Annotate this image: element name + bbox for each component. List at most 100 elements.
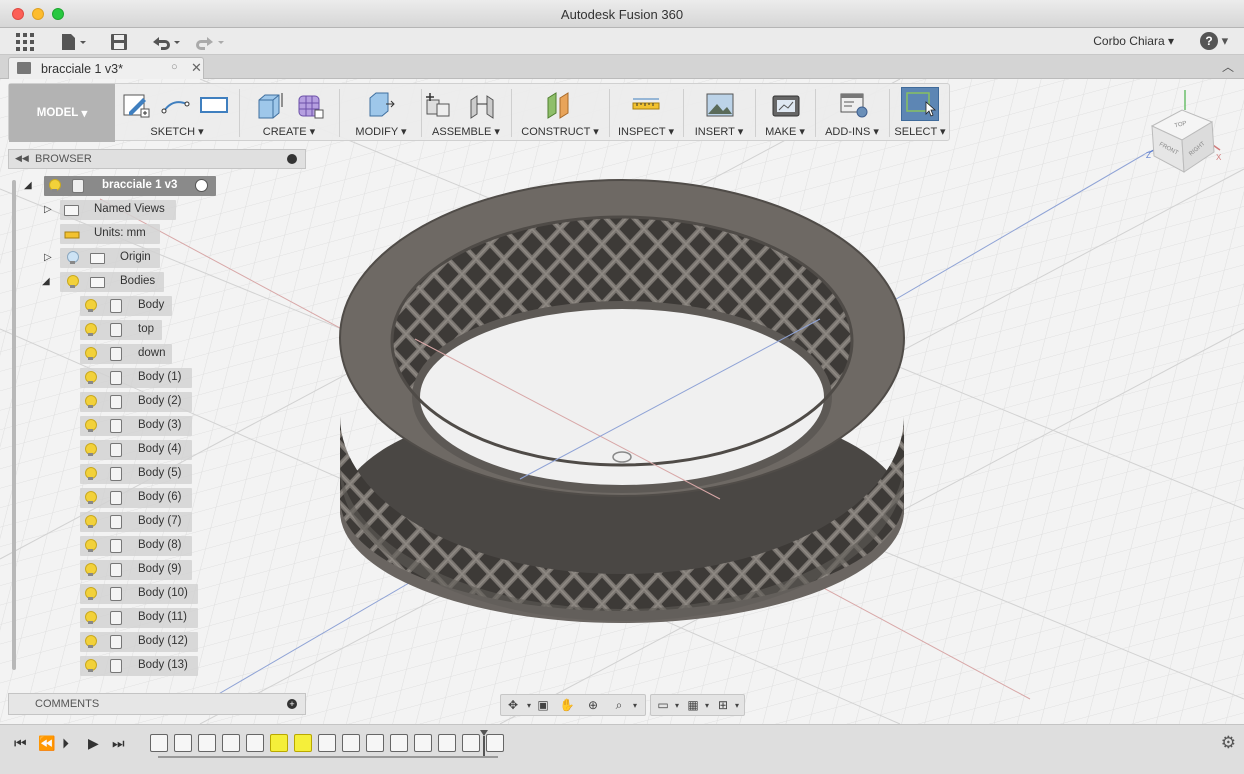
select-tool-icon[interactable] <box>901 87 939 121</box>
create-menu-button[interactable]: CREATE ▾ <box>243 125 335 138</box>
timeline-sketch-feature-icon[interactable] <box>342 734 360 752</box>
timeline-settings-gear-icon[interactable]: ⚙ <box>1221 733 1236 753</box>
browser-body-item[interactable]: top <box>80 320 162 340</box>
zoom-dropdown-icon[interactable]: ▾ <box>627 698 643 713</box>
visibility-bulb-icon[interactable] <box>84 635 97 649</box>
visibility-bulb-icon[interactable] <box>84 347 97 361</box>
press-pull-icon[interactable] <box>365 90 395 120</box>
visibility-bulb-icon[interactable] <box>84 419 97 433</box>
timeline-previous-icon[interactable]: ⏪ <box>38 735 55 752</box>
file-menu-icon[interactable] <box>58 32 90 52</box>
close-tab-icon[interactable]: ✕ <box>191 60 202 76</box>
timeline-sketch-feature-icon[interactable] <box>294 734 312 752</box>
timeline-sketch-feature-icon[interactable] <box>390 734 408 752</box>
browser-scrollbar[interactable] <box>12 180 16 670</box>
browser-body-item[interactable]: Body (13) <box>80 656 198 676</box>
rectangle-sketch-icon[interactable] <box>199 90 229 120</box>
orbit-icon[interactable]: ✥ <box>505 698 521 713</box>
timeline-marker-icon[interactable] <box>480 730 488 756</box>
visibility-bulb-icon[interactable] <box>84 587 97 601</box>
timeline-last-icon[interactable]: ⏭ <box>112 735 125 752</box>
browser-minimize-icon[interactable] <box>287 154 297 164</box>
offset-plane-icon[interactable] <box>545 90 575 120</box>
form-mesh-icon[interactable] <box>295 90 325 120</box>
browser-body-item[interactable]: Body (9) <box>80 560 192 580</box>
joint-icon[interactable] <box>467 90 497 120</box>
browser-body-item[interactable]: Body (8) <box>80 536 192 556</box>
visibility-bulb-icon[interactable] <box>84 611 97 625</box>
pan-hand-icon[interactable]: ✋ <box>559 698 575 713</box>
grid-dropdown-icon[interactable]: ▾ <box>699 698 715 713</box>
browser-body-item[interactable]: Body (3) <box>80 416 192 436</box>
browser-panel-header[interactable]: ◀◀ BROWSER <box>8 149 306 169</box>
app-grid-icon[interactable] <box>14 32 36 52</box>
3d-print-icon[interactable] <box>771 90 801 120</box>
measure-icon[interactable] <box>631 90 661 120</box>
visibility-bulb-icon[interactable] <box>84 299 97 313</box>
timeline-extrude-feature-icon[interactable] <box>222 734 240 752</box>
addins-menu-button[interactable]: ADD-INS ▾ <box>817 125 887 138</box>
save-icon[interactable] <box>108 32 130 52</box>
visibility-bulb-icon[interactable] <box>84 467 97 481</box>
zoom-icon[interactable]: ⊕ <box>585 698 601 713</box>
collapse-triangle-icon[interactable]: ◢ <box>42 276 50 287</box>
browser-body-item[interactable]: Body (2) <box>80 392 192 412</box>
timeline-first-icon[interactable]: ⏮ <box>14 735 27 752</box>
browser-body-item[interactable]: Body (4) <box>80 440 192 460</box>
timeline-sketch-feature-icon[interactable] <box>150 734 168 752</box>
visibility-bulb-icon[interactable] <box>84 395 97 409</box>
visibility-bulb-icon[interactable] <box>66 275 79 289</box>
browser-body-item[interactable]: Body (7) <box>80 512 192 532</box>
user-account-menu[interactable]: Corbo Chiara ▾ <box>1093 34 1174 48</box>
browser-body-item[interactable]: Body (12) <box>80 632 198 652</box>
browser-units[interactable]: Units: mm <box>60 224 160 244</box>
browser-bodies-folder[interactable]: Bodies <box>60 272 164 292</box>
collapse-chevron-icon[interactable]: ︿ <box>1222 58 1234 75</box>
line-sketch-icon[interactable] <box>161 90 191 120</box>
timeline-extrude-feature-icon[interactable] <box>414 734 432 752</box>
assemble-menu-button[interactable]: ASSEMBLE ▾ <box>423 125 509 138</box>
timeline-extrude-feature-icon[interactable] <box>366 734 384 752</box>
comments-panel-header[interactable]: COMMENTS + <box>8 693 306 715</box>
visibility-bulb-icon[interactable] <box>84 491 97 505</box>
new-component-icon[interactable] <box>423 90 453 120</box>
browser-body-item[interactable]: Body <box>80 296 172 316</box>
undo-icon[interactable] <box>148 32 184 52</box>
timeline-sketch-feature-icon[interactable] <box>198 734 216 752</box>
redo-icon[interactable] <box>192 32 228 52</box>
insert-image-icon[interactable] <box>705 90 735 120</box>
make-menu-button[interactable]: MAKE ▾ <box>757 125 813 138</box>
browser-origin[interactable]: Origin <box>60 248 160 268</box>
create-sketch-icon[interactable] <box>121 90 151 120</box>
fit-zoom-icon[interactable]: ⌕ <box>611 698 627 713</box>
visibility-bulb-icon[interactable] <box>84 659 97 673</box>
visibility-bulb-icon[interactable] <box>84 515 97 529</box>
document-tab[interactable]: bracciale 1 v3* ○ ✕ <box>8 57 204 79</box>
timeline-revolve-feature-icon[interactable] <box>174 734 192 752</box>
browser-root-node[interactable]: bracciale 1 v3 <box>44 176 216 196</box>
sketch-menu-button[interactable]: SKETCH ▾ <box>119 125 235 138</box>
insert-menu-button[interactable]: INSERT ▾ <box>685 125 753 138</box>
add-comment-icon[interactable]: + <box>287 699 297 709</box>
visibility-bulb-icon[interactable] <box>48 179 61 193</box>
expand-triangle-icon[interactable]: ▷ <box>44 252 52 263</box>
viewcube[interactable]: TOP FRONT RIGHT Z X <box>1140 88 1230 178</box>
visibility-bulb-icon[interactable] <box>84 443 97 457</box>
timeline-body-feature-icon[interactable] <box>486 734 504 752</box>
timeline-pattern-feature-icon[interactable] <box>438 734 456 752</box>
viewports-dropdown-icon[interactable]: ▾ <box>729 698 745 713</box>
timeline-play-icon[interactable]: ⏵ <box>62 735 69 752</box>
timeline-sketch-feature-icon[interactable] <box>270 734 288 752</box>
visibility-bulb-icon[interactable] <box>84 371 97 385</box>
help-menu[interactable]: ? ▾ <box>1200 32 1230 52</box>
browser-body-item[interactable]: Body (11) <box>80 608 198 628</box>
browser-named-views[interactable]: Named Views <box>60 200 176 220</box>
browser-body-item[interactable]: Body (1) <box>80 368 192 388</box>
visibility-bulb-icon[interactable] <box>84 323 97 337</box>
look-at-icon[interactable]: ▣ <box>535 698 551 713</box>
timeline-sketch-feature-icon[interactable] <box>246 734 264 752</box>
browser-body-item[interactable]: Body (6) <box>80 488 192 508</box>
timeline-next-icon[interactable]: ▶ <box>88 735 99 752</box>
browser-body-item[interactable]: Body (5) <box>80 464 192 484</box>
display-dropdown-icon[interactable]: ▾ <box>669 698 685 713</box>
